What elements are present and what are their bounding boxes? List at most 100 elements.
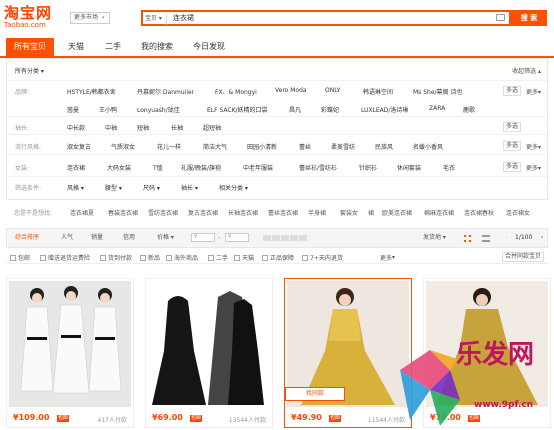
ship-from-dropdown[interactable]: 发货地 ▾ [423, 229, 446, 247]
women-item[interactable]: 连衣裙 [67, 163, 85, 172]
style-item[interactable]: 花儿一样 [157, 142, 181, 151]
brand-item[interactable]: Lonyuash/珑佳 [137, 105, 180, 114]
option-checkbox[interactable]: 新品 [140, 253, 160, 262]
sort-sales[interactable]: 销量 [91, 229, 103, 247]
style-item[interactable]: 民族风 [375, 142, 393, 151]
next-page-icon[interactable]: › [541, 229, 543, 247]
product-card[interactable]: ¥69.00 包邮 13544人付款 [145, 278, 273, 428]
price-distribution-bar[interactable] [263, 235, 307, 241]
tab-tmall[interactable]: 天猫 [60, 38, 92, 56]
brand-item[interactable]: 昌凡 [289, 105, 301, 114]
women-item[interactable]: 蕾丝衫/雪纺衫 [299, 163, 337, 172]
related-link[interactable]: 复古连衣裙 [188, 208, 218, 217]
style-item[interactable]: 柔美雪纺 [331, 142, 355, 151]
price-from-input[interactable]: ¥ [191, 233, 215, 242]
condition-dropdown[interactable]: 相关分类 ▾ [219, 183, 248, 192]
options-more-button[interactable]: 更多 ▾ [380, 253, 395, 262]
brand-item[interactable]: FX、& Mongyi [215, 87, 257, 96]
style-item[interactable]: 淑女复古 [67, 142, 91, 151]
brand-item[interactable]: 韩语琳空间 [363, 87, 393, 96]
related-link[interactable]: 棉麻连衣裙 [424, 208, 454, 217]
find-same-button[interactable]: 找同款 [285, 387, 345, 401]
option-checkbox[interactable]: 赠送退货运费险 [40, 253, 90, 262]
women-item[interactable]: 大码女装 [107, 163, 131, 172]
related-link[interactable]: 半身裙 [308, 208, 326, 217]
tab-my-search[interactable]: 我的搜索 [134, 38, 180, 56]
condition-dropdown[interactable]: 尺码 ▾ [143, 183, 160, 192]
style-multi-select-button[interactable]: 多选 [502, 141, 521, 151]
sleeve-item[interactable]: 中长款 [67, 123, 85, 132]
brand-item[interactable]: HSTYLE/韩都衣舍 [67, 87, 116, 96]
related-link[interactable]: 连衣裙女 [506, 208, 530, 217]
women-item[interactable]: 针织衫 [359, 163, 377, 172]
option-checkbox[interactable]: 海外商品 [166, 253, 198, 262]
search-type-select[interactable]: 宝贝 ▾ [145, 13, 167, 25]
related-link[interactable]: 雪纺连衣裙 [148, 208, 178, 217]
all-categories-link[interactable]: 所有分类 ▾ [15, 66, 44, 75]
related-link[interactable]: 蕾丝连衣裙 [268, 208, 298, 217]
sleeve-item[interactable]: 超短袖 [203, 123, 221, 132]
style-item[interactable]: 名媛小香风 [413, 142, 443, 151]
product-image[interactable] [9, 281, 131, 407]
brand-multi-select-button[interactable]: 多选 [502, 86, 521, 96]
women-multi-select-button[interactable]: 多选 [502, 162, 521, 172]
women-item[interactable]: 中老年服装 [243, 163, 273, 172]
style-item[interactable]: 蕾丝 [299, 142, 311, 151]
grid-view-icon[interactable] [464, 235, 471, 242]
brand-item[interactable]: 茵曼 [67, 105, 79, 114]
brand-item[interactable]: 彩蝶妃 [321, 105, 339, 114]
brand-more-button[interactable]: 更多▾ [526, 87, 541, 96]
brand-item[interactable]: 鹿歌 [463, 105, 475, 114]
condition-dropdown[interactable]: 袖长 ▾ [181, 183, 198, 192]
sleeve-item[interactable]: 长袖 [171, 123, 183, 132]
brand-item[interactable]: LUXLEAD/洛诗琳 [361, 105, 408, 114]
condition-dropdown[interactable]: 风格 ▾ [67, 183, 84, 192]
tab-second-hand[interactable]: 二手 [98, 38, 128, 56]
merge-same-items-button[interactable]: 合并同款宝贝 [501, 252, 544, 262]
women-item[interactable]: 毛衣 [443, 163, 455, 172]
product-image[interactable] [148, 281, 270, 407]
option-checkbox[interactable]: 包邮 [10, 253, 30, 262]
sleeve-multi-select-button[interactable]: 多选 [502, 122, 521, 132]
taobao-logo[interactable]: 淘宝网 Taobao.com [4, 6, 64, 32]
condition-dropdown[interactable]: 腰型 ▾ [105, 183, 122, 192]
brand-item[interactable]: 王小鸭 [99, 105, 117, 114]
women-item[interactable]: T恤 [153, 163, 163, 172]
related-link[interactable]: 春装连衣裙 [108, 208, 138, 217]
related-link[interactable]: 长袖连衣裙 [228, 208, 258, 217]
related-link[interactable]: 连衣裙春秋 [464, 208, 494, 217]
brand-item[interactable]: ELF SACK/妖精的口袋 [207, 105, 268, 114]
camera-icon[interactable] [496, 14, 505, 21]
market-select[interactable]: 更多市场 ▾ [70, 12, 110, 24]
option-checkbox[interactable]: 正品保障 [262, 253, 294, 262]
brand-item[interactable]: Ms She/幕阁 诗也 [413, 87, 462, 96]
option-checkbox[interactable]: 7+天内退货 [302, 253, 343, 262]
women-item[interactable]: 礼服/晚装/旗袍 [181, 163, 221, 172]
brand-item[interactable]: ONLY [325, 87, 340, 94]
brand-item[interactable]: 丹慕妮尔 Danmuiier [137, 87, 194, 96]
option-checkbox[interactable]: 二手 [208, 253, 228, 262]
related-link[interactable]: 裙 [368, 208, 374, 217]
sort-credit[interactable]: 信用 [123, 229, 135, 247]
sleeve-item[interactable]: 中袖 [105, 123, 117, 132]
list-view-icon[interactable] [482, 235, 490, 242]
sleeve-item[interactable]: 短袖 [137, 123, 149, 132]
search-box[interactable]: 宝贝 ▾ [141, 10, 511, 26]
search-input[interactable] [173, 12, 473, 24]
style-item[interactable]: 气质淑女 [111, 142, 135, 151]
style-more-button[interactable]: 更多▾ [526, 142, 541, 151]
sort-popularity[interactable]: 人气 [61, 229, 73, 247]
sort-comprehensive[interactable]: 综合排序 [15, 229, 39, 247]
collapse-filters-button[interactable]: 收起筛选 ▴ [512, 66, 541, 75]
related-link[interactable]: 欧美连衣裙 [382, 208, 412, 217]
tab-today-discover[interactable]: 今日发现 [186, 38, 232, 56]
search-button[interactable]: 搜 索 [511, 10, 547, 26]
price-to-input[interactable]: ¥ [225, 233, 249, 242]
women-item[interactable]: 休闲套装 [397, 163, 421, 172]
tab-all-items[interactable]: 所有宝贝 [6, 38, 54, 56]
option-checkbox[interactable]: 货到付款 [100, 253, 132, 262]
brand-item[interactable]: ZARA [429, 105, 445, 112]
related-link[interactable]: 套装女 [340, 208, 358, 217]
brand-item[interactable]: Vero Moda [275, 87, 307, 94]
option-checkbox[interactable]: 天猫 [234, 253, 254, 262]
